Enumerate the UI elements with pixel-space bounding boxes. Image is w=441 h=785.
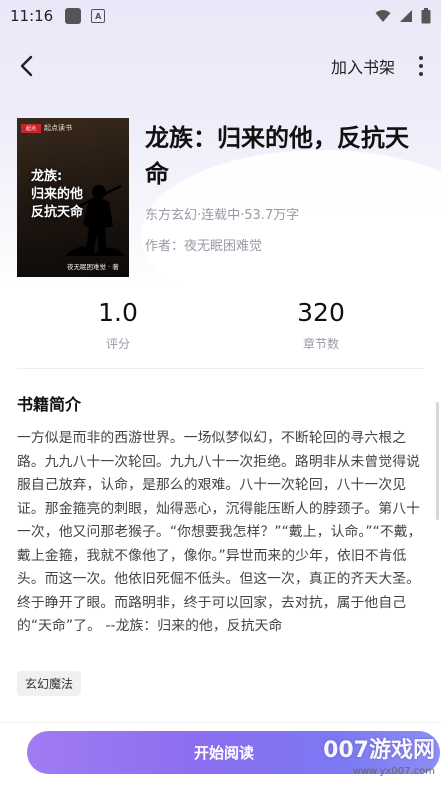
chapters-label: 章节数 (302, 337, 339, 351)
start-reading-label: 开始阅读 (194, 744, 255, 762)
wifi-icon (375, 10, 391, 22)
notification-icon (65, 8, 82, 24)
app-notification-icon: A (91, 9, 106, 23)
start-reading-button[interactable]: 开始阅读 (27, 731, 440, 774)
stat-chapters[interactable]: 320 章节数 (261, 297, 381, 352)
top-bar: 加入书架 (0, 46, 441, 86)
status-time: 11:16 (10, 7, 54, 25)
back-button[interactable] (12, 52, 40, 80)
cover-logo-icon: 起点 (21, 123, 41, 133)
rating-label: 评分 (105, 337, 130, 351)
book-cover: 起点 起点读书 龙族: 归来的他 反抗天命 夜无眠困难觉 · 著 (17, 118, 129, 277)
more-options-button[interactable] (413, 52, 429, 80)
battery-icon (421, 8, 431, 24)
book-author: 作者：夜无眠困难觉 (145, 239, 263, 254)
cover-title: 龙族: 归来的他 反抗天命 (31, 169, 84, 220)
book-meta: 东方玄幻·连载中·53.7万字 (145, 208, 300, 223)
scrollbar[interactable] (436, 402, 439, 520)
back-arrow-icon (20, 55, 33, 77)
genre-tag[interactable]: 玄幻魔法 (17, 671, 82, 696)
add-to-shelf-button[interactable]: 加入书架 (331, 54, 395, 78)
stat-rating: 1.0 评分 (58, 297, 178, 352)
book-title: 龙族：归来的他，反抗天命 (145, 124, 409, 188)
intro-text: 一方似是而非的西游世界。一场似梦似幻，不断轮回的寻六根之路。九九八十一次轮回。九… (17, 430, 422, 634)
rating-value: 1.0 (98, 298, 138, 327)
intro-title: 书籍简介 (17, 395, 82, 414)
divider (17, 368, 424, 369)
cover-brand: 起点读书 (44, 124, 72, 132)
chapters-value: 320 (297, 298, 345, 327)
signal-icon (400, 10, 412, 22)
cover-author: 夜无眠困难觉 · 著 (67, 263, 119, 271)
status-bar: 11:16 A (0, 0, 441, 32)
